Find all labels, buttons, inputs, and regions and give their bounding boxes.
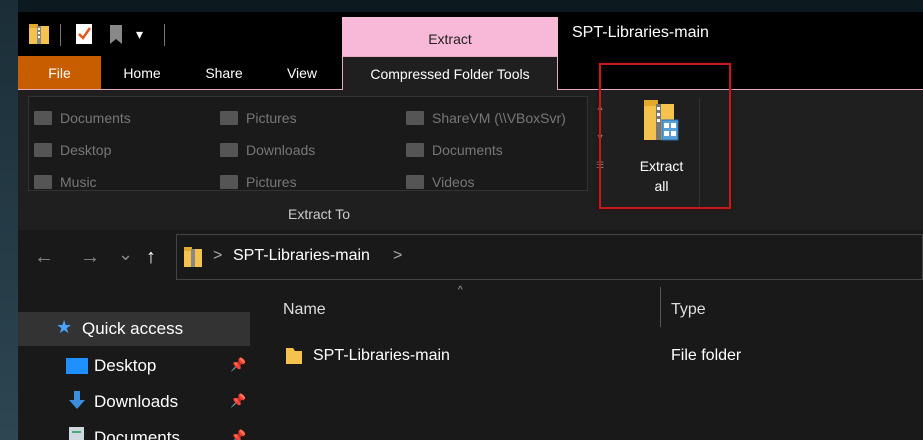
address-bar[interactable]: > SPT-Libraries-main >: [176, 234, 923, 280]
tab-file[interactable]: File: [18, 56, 101, 89]
breadcrumb-current[interactable]: SPT-Libraries-main: [233, 247, 370, 265]
documents-icon: [66, 427, 88, 440]
extract-to-item[interactable]: Documents: [34, 107, 131, 129]
document-icon: [406, 143, 424, 157]
new-folder-icon[interactable]: [108, 22, 126, 46]
pin-icon[interactable]: 📌: [230, 429, 246, 440]
pictures-icon: [220, 175, 238, 189]
extract-to-item[interactable]: Documents: [406, 139, 503, 161]
location-label: ShareVM (\\VBoxSvr): [432, 110, 566, 126]
location-label: Downloads: [246, 142, 316, 158]
nav-item-quick-access[interactable]: ★ Quick access: [18, 312, 250, 346]
forward-icon[interactable]: →: [80, 246, 100, 269]
qat-separator: [60, 24, 61, 46]
zip-folder-icon: [183, 245, 203, 274]
desktop-background: [0, 0, 18, 440]
star-icon: ★: [56, 317, 73, 337]
extract-to-item[interactable]: Music: [34, 171, 97, 193]
column-header-name[interactable]: Name: [283, 301, 326, 319]
column-divider[interactable]: [660, 287, 661, 327]
extract-to-item[interactable]: ShareVM (\\VBoxSvr): [406, 107, 566, 129]
file-explorer-window: ▾ Extract SPT-Libraries-main File Home S…: [18, 12, 923, 440]
file-type: File folder: [671, 347, 742, 364]
location-label: Pictures: [246, 110, 297, 126]
location-label: Music: [60, 174, 97, 190]
extract-to-item[interactable]: Desktop: [34, 139, 111, 161]
customize-qat-icon[interactable]: ▾: [136, 26, 143, 50]
column-header-type[interactable]: Type: [671, 301, 706, 319]
window-title: SPT-Libraries-main: [572, 24, 709, 41]
location-label: Desktop: [60, 142, 112, 158]
title-bar: ▾ Extract SPT-Libraries-main: [18, 12, 923, 56]
music-icon: [34, 175, 52, 189]
recent-locations-icon[interactable]: ⌄: [118, 244, 133, 265]
location-label: Videos: [432, 174, 475, 190]
properties-icon[interactable]: [74, 22, 94, 46]
extract-to-item[interactable]: Downloads: [220, 139, 315, 161]
ribbon: Documents Pictures ShareVM (\\VBoxSvr) D…: [18, 90, 923, 230]
network-drive-icon: [406, 111, 424, 125]
nav-item-downloads[interactable]: Downloads: [94, 392, 178, 412]
desktop-icon: [66, 357, 88, 375]
location-label: Documents: [432, 142, 503, 158]
file-name[interactable]: SPT-Libraries-main: [313, 347, 450, 365]
breadcrumb-separator-icon[interactable]: >: [393, 247, 402, 265]
download-icon: [220, 143, 238, 157]
tab-home[interactable]: Home: [108, 56, 176, 89]
folder-icon: [285, 346, 303, 371]
tab-share[interactable]: Share: [188, 56, 260, 89]
tab-compressed-folder-tools[interactable]: Compressed Folder Tools: [342, 56, 558, 90]
pictures-icon: [220, 111, 238, 125]
document-icon: [34, 111, 52, 125]
pin-icon[interactable]: 📌: [230, 357, 246, 373]
downloads-icon: [66, 391, 88, 409]
up-icon[interactable]: ↑: [146, 246, 156, 269]
extract-to-group-label: Extract To: [288, 206, 350, 222]
nav-item-desktop[interactable]: Desktop: [94, 356, 156, 376]
navigation-pane: ★ Quick access Desktop 📌 Downloads 📌 Doc…: [18, 285, 253, 440]
ribbon-tabs: File Home Share View Compressed Folder T…: [18, 56, 923, 90]
navigation-bar: ← → ⌄ ↑ > SPT-Libraries-main >: [18, 230, 923, 285]
sort-ascending-icon: ^: [458, 285, 463, 296]
nav-item-documents[interactable]: Documents: [94, 428, 180, 440]
quick-access-label: Quick access: [82, 319, 184, 338]
extract-to-item[interactable]: Pictures: [220, 171, 297, 193]
content-area: ★ Quick access Desktop 📌 Downloads 📌 Doc…: [18, 285, 923, 440]
qat-separator: [164, 24, 165, 46]
highlight-box: [599, 63, 731, 209]
context-tab-header: Extract: [342, 17, 558, 56]
pin-icon[interactable]: 📌: [230, 393, 246, 409]
videos-icon: [406, 175, 424, 189]
extract-to-item[interactable]: Videos: [406, 171, 475, 193]
location-label: Pictures: [246, 174, 297, 190]
tab-view[interactable]: View: [270, 56, 334, 89]
zip-folder-icon: [28, 22, 50, 46]
back-icon[interactable]: ←: [34, 246, 54, 269]
file-list: ^ Name Type SPT-Libraries-main File fold…: [253, 285, 923, 440]
desktop-icon: [34, 143, 52, 157]
location-label: Documents: [60, 110, 131, 126]
extract-to-item[interactable]: Pictures: [220, 107, 297, 129]
breadcrumb-separator-icon[interactable]: >: [213, 247, 222, 265]
